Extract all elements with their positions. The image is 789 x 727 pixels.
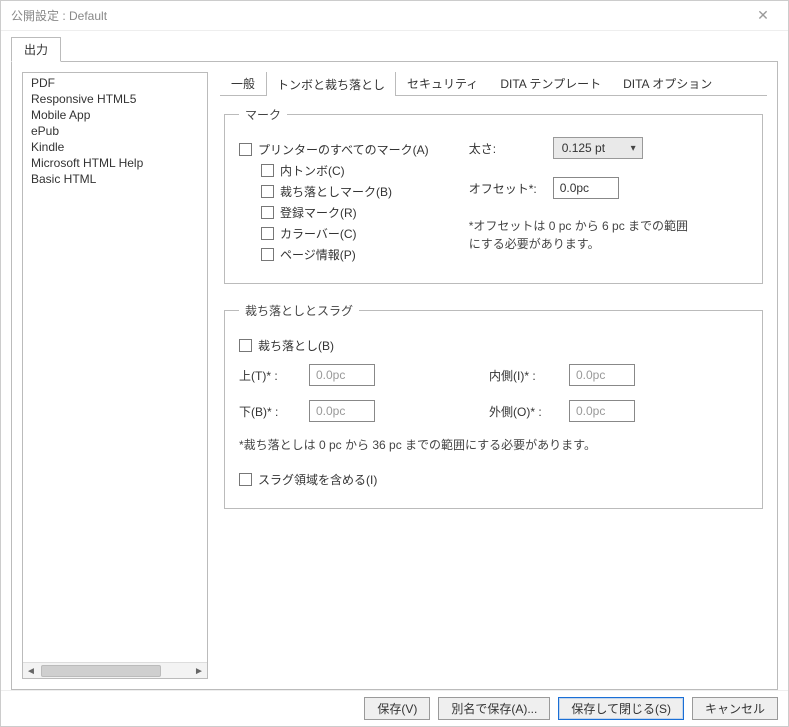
list-item[interactable]: Microsoft HTML Help — [23, 155, 207, 171]
checkbox-icon — [239, 473, 252, 486]
bleed-inside-label: 内側(I)* : — [489, 367, 559, 384]
list-item[interactable]: Basic HTML — [23, 171, 207, 187]
list-item[interactable]: Mobile App — [23, 107, 207, 123]
bleed-outside-input[interactable]: 0.0pc — [569, 400, 635, 422]
page-info-label: ページ情報(P) — [280, 246, 356, 263]
bleed-checkbox[interactable]: 裁ち落とし(B) — [239, 337, 748, 354]
offset-value: 0.0pc — [560, 181, 589, 195]
scroll-right-icon[interactable]: ► — [191, 663, 207, 679]
bleed-top-value: 0.0pc — [316, 368, 345, 382]
checkbox-icon — [261, 206, 274, 219]
save-and-close-button[interactable]: 保存して閉じる(S) — [558, 697, 684, 720]
tab-marks-and-bleed[interactable]: トンボと裁ち落とし — [266, 72, 396, 96]
marks-group: マーク プリンターのすべてのマーク(A) 内トン — [224, 106, 763, 284]
inner-tabstrip: 一般 トンボと裁ち落とし セキュリティ DITA テンプレート DITA オプシ… — [220, 72, 767, 96]
offset-note: *オフセットは 0 pc から 6 pc までの範囲にする必要があります。 — [469, 217, 699, 253]
checkbox-icon — [261, 185, 274, 198]
checkbox-icon — [239, 339, 252, 352]
inner-trim-checkbox[interactable]: 内トンボ(C) — [261, 162, 429, 179]
tab-output[interactable]: 出力 — [11, 37, 61, 62]
save-as-button-label: 別名で保存(A)... — [451, 700, 537, 717]
bleed-inside-value: 0.0pc — [576, 368, 605, 382]
bleed-slug-group: 裁ち落としとスラグ 裁ち落とし(B) 上(T)* : 0.0pc 内側(I)* … — [224, 302, 763, 509]
tab-body: マーク プリンターのすべてのマーク(A) 内トン — [220, 96, 767, 679]
scroll-thumb[interactable] — [41, 665, 161, 677]
bleed-checkbox-label: 裁ち落とし(B) — [258, 337, 334, 354]
offset-label: オフセット*: — [469, 180, 543, 197]
scroll-left-icon[interactable]: ◄ — [23, 663, 39, 679]
window-title: 公開設定 : Default — [11, 7, 748, 24]
top-tabstrip: 出力 — [11, 39, 778, 61]
save-button-label: 保存(V) — [377, 700, 417, 717]
right-pane: 一般 トンボと裁ち落とし セキュリティ DITA テンプレート DITA オプシ… — [220, 72, 767, 679]
bleed-bottom-input[interactable]: 0.0pc — [309, 400, 375, 422]
color-bar-label: カラーバー(C) — [280, 225, 357, 242]
thickness-label: 太さ: — [469, 140, 543, 157]
save-button[interactable]: 保存(V) — [364, 697, 430, 720]
tab-dita-template[interactable]: DITA テンプレート — [489, 72, 612, 95]
registration-marks-label: 登録マーク(R) — [280, 204, 357, 221]
marks-right-column: 太さ: 0.125 pt ▾ オフセット*: 0.0pc — [469, 137, 748, 267]
all-printer-marks-checkbox[interactable]: プリンターのすべてのマーク(A) — [239, 141, 429, 158]
titlebar: 公開設定 : Default ✕ — [1, 1, 788, 31]
bleed-top-input[interactable]: 0.0pc — [309, 364, 375, 386]
publish-settings-dialog: 公開設定 : Default ✕ 出力 PDF Responsive HTML5… — [0, 0, 789, 727]
bleed-bottom-value: 0.0pc — [316, 404, 345, 418]
tab-dita-options[interactable]: DITA オプション — [612, 72, 723, 95]
all-printer-marks-label: プリンターのすべてのマーク(A) — [258, 141, 429, 158]
thickness-select[interactable]: 0.125 pt ▾ — [553, 137, 643, 159]
save-as-button[interactable]: 別名で保存(A)... — [438, 697, 550, 720]
tab-security[interactable]: セキュリティ — [396, 72, 489, 95]
cancel-button[interactable]: キャンセル — [692, 697, 778, 720]
list-item[interactable]: PDF — [23, 75, 207, 91]
horizontal-scrollbar[interactable]: ◄ ► — [23, 662, 207, 678]
bleed-marks-checkbox[interactable]: 裁ち落としマーク(B) — [261, 183, 429, 200]
bleed-grid: 上(T)* : 0.0pc 内側(I)* : 0.0pc 下(B)* : 0.0… — [239, 364, 748, 422]
cancel-button-label: キャンセル — [705, 700, 765, 717]
content-area: 出力 PDF Responsive HTML5 Mobile App ePub … — [1, 31, 788, 690]
checkbox-icon — [261, 164, 274, 177]
list-item[interactable]: Kindle — [23, 139, 207, 155]
marks-legend: マーク — [239, 106, 287, 123]
chevron-down-icon: ▾ — [631, 143, 636, 154]
checkbox-icon — [261, 227, 274, 240]
bleed-marks-label: 裁ち落としマーク(B) — [280, 183, 392, 200]
output-format-list-items: PDF Responsive HTML5 Mobile App ePub Kin… — [23, 73, 207, 662]
output-format-list: PDF Responsive HTML5 Mobile App ePub Kin… — [22, 72, 208, 679]
color-bar-checkbox[interactable]: カラーバー(C) — [261, 225, 429, 242]
bleed-outside-value: 0.0pc — [576, 404, 605, 418]
registration-marks-checkbox[interactable]: 登録マーク(R) — [261, 204, 429, 221]
dialog-footer: 保存(V) 別名で保存(A)... 保存して閉じる(S) キャンセル — [1, 690, 788, 726]
marks-left-column: プリンターのすべてのマーク(A) 内トンボ(C) 裁ち — [239, 137, 429, 267]
list-item[interactable]: Responsive HTML5 — [23, 91, 207, 107]
bleed-range-note: *裁ち落としは 0 pc から 36 pc までの範囲にする必要があります。 — [239, 436, 748, 453]
thickness-value: 0.125 pt — [562, 141, 605, 155]
page-info-checkbox[interactable]: ページ情報(P) — [261, 246, 429, 263]
include-slug-checkbox[interactable]: スラグ領域を含める(I) — [239, 471, 748, 488]
save-and-close-button-label: 保存して閉じる(S) — [571, 700, 671, 717]
tab-general[interactable]: 一般 — [220, 72, 266, 95]
bleed-slug-legend: 裁ち落としとスラグ — [239, 302, 359, 319]
bleed-top-label: 上(T)* : — [239, 367, 299, 384]
include-slug-label: スラグ領域を含める(I) — [258, 471, 377, 488]
inner-trim-label: 内トンボ(C) — [280, 162, 345, 179]
offset-input[interactable]: 0.0pc — [553, 177, 619, 199]
checkbox-icon — [239, 143, 252, 156]
checkbox-icon — [261, 248, 274, 261]
list-item[interactable]: ePub — [23, 123, 207, 139]
bleed-bottom-label: 下(B)* : — [239, 403, 299, 420]
main-panel: PDF Responsive HTML5 Mobile App ePub Kin… — [11, 61, 778, 690]
bleed-outside-label: 外側(O)* : — [489, 403, 559, 420]
bleed-inside-input[interactable]: 0.0pc — [569, 364, 635, 386]
close-icon[interactable]: ✕ — [748, 7, 778, 24]
